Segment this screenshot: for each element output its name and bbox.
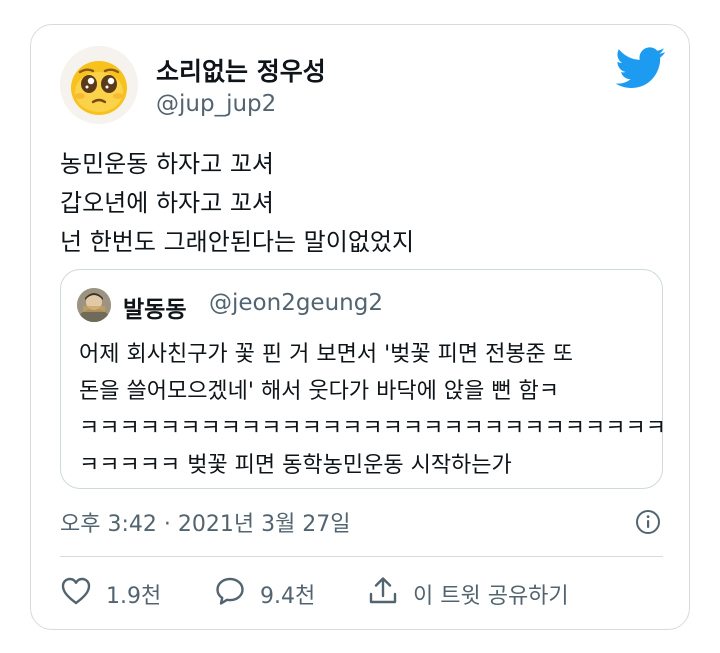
tweet-line: 갑오년에 하자고 꼬셔	[60, 189, 274, 217]
quoted-tweet[interactable]: 발동동 @jeon2geung2 어제 회사친구가 꽃 핀 거 보면서 '벚꽃 …	[60, 269, 666, 489]
quoted-tweet-line: ㅋㅋㅋㅋㅋㅋㅋㅋㅋㅋㅋㅋㅋㅋㅋㅋㅋㅋㅋㅋㅋㅋㅋㅋㅋㅋㅋㅋㅋ	[79, 416, 666, 441]
quoted-tweet-line: ㅋㅋㅋㅋㅋ 벚꽃 피면 동학농민운동 시작하는가	[79, 453, 512, 478]
tweet-card[interactable]: 소리없는 정우성 @jup_jup2 농민운동 하자고 꼬셔 갑오년에 하자고 …	[30, 24, 690, 630]
share-button[interactable]: 이 트윗 공유하기	[367, 577, 569, 611]
quoted-tweet-text: 어제 회사친구가 꽃 핀 거 보면서 '벚꽃 피면 전봉준 또 돈을 쓸어모으겠…	[79, 336, 666, 484]
like-button[interactable]: 1.9천	[60, 577, 161, 611]
quoted-author-handle[interactable]: @jeon2geung2	[209, 290, 383, 316]
quoted-author-display-name[interactable]: 발동동	[123, 290, 186, 324]
author-avatar[interactable]	[60, 46, 138, 124]
author-display-name[interactable]: 소리없는 정우성	[156, 52, 326, 88]
reply-count: 9.4천	[260, 584, 316, 609]
quoted-tweet-line: 어제 회사친구가 꽃 핀 거 보면서 '벚꽃 피면 전봉준 또	[79, 342, 574, 367]
quoted-tweet-line: 돈을 쓸어모으겠네' 해서 웃다가 바닥에 앉을 뻔 함ㅋ	[79, 379, 560, 404]
share-upload-icon	[367, 575, 399, 613]
author-handle[interactable]: @jup_jup2	[156, 91, 276, 117]
tweet-line: 농민운동 하자고 꼬셔	[60, 150, 274, 178]
heart-icon	[60, 576, 92, 612]
tweet-text: 농민운동 하자고 꼬셔 갑오년에 하자고 꼬셔 넌 한번도 그래안된다는 말이없…	[60, 145, 660, 262]
tweet-line: 넌 한번도 그래안된다는 말이없었지	[60, 228, 415, 256]
like-count: 1.9천	[106, 584, 162, 609]
share-label: 이 트윗 공유하기	[413, 584, 569, 609]
divider	[60, 556, 663, 557]
speech-bubble-icon	[214, 575, 246, 613]
tweet-timestamp[interactable]: 오후 3:42 · 2021년 3월 27일	[60, 506, 351, 538]
quoted-author-avatar[interactable]	[77, 288, 111, 322]
twitter-bird-icon[interactable]	[615, 47, 666, 89]
reply-button[interactable]: 9.4천	[214, 577, 315, 611]
info-icon[interactable]	[635, 509, 661, 535]
